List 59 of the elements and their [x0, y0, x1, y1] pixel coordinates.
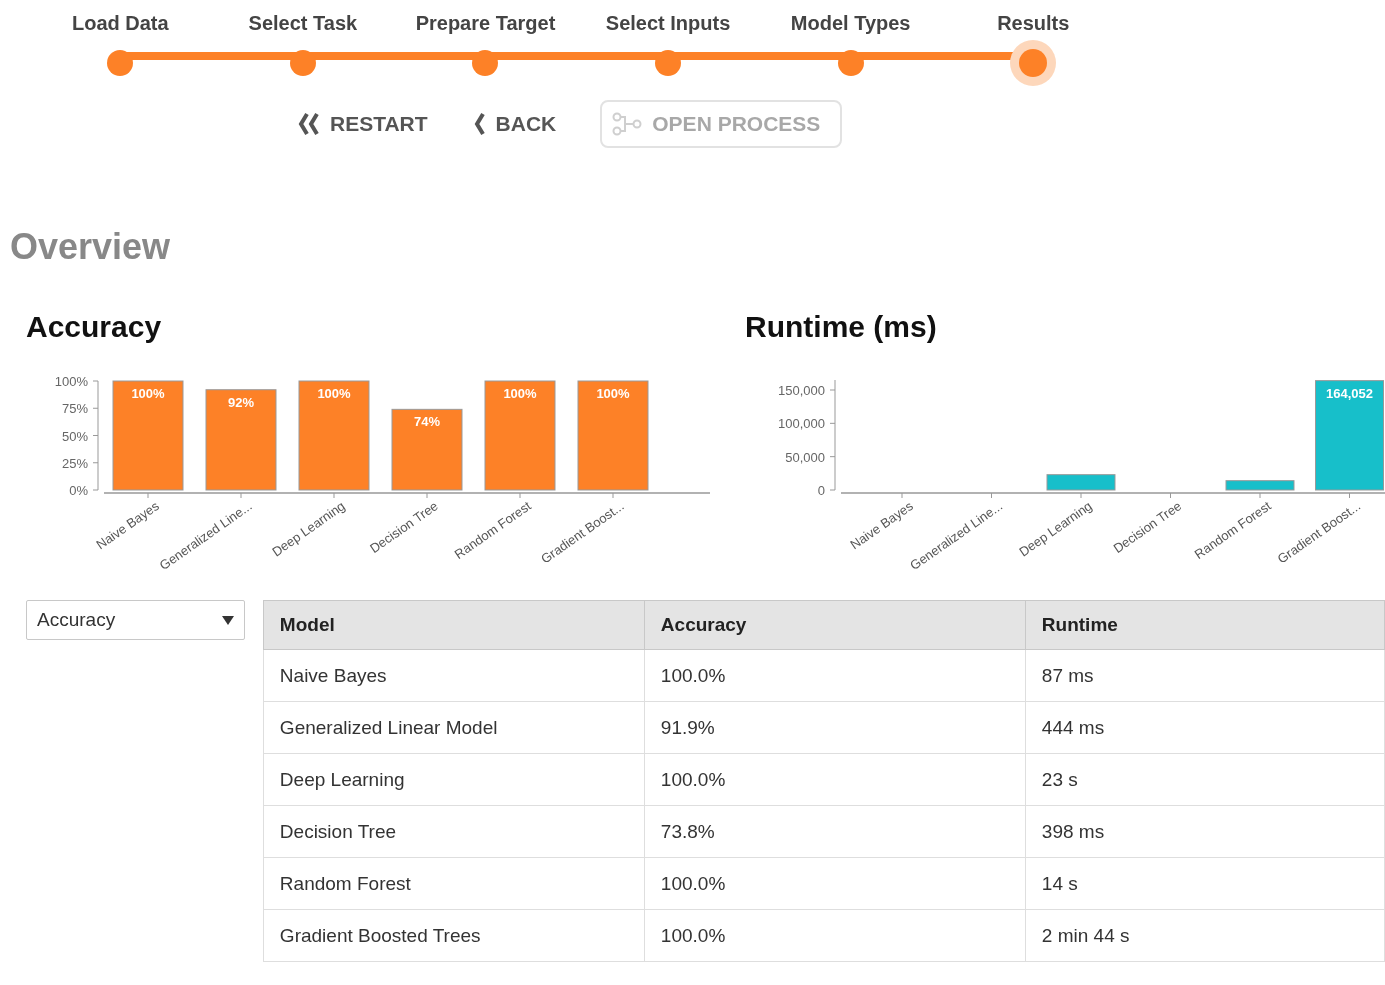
table-cell: 444 ms — [1025, 701, 1385, 754]
chart-title: Accuracy — [26, 310, 163, 344]
table-cell: 73.8% — [644, 805, 1026, 858]
chart-title: Runtime (ms) — [745, 310, 938, 344]
y-tick-label: 100% — [54, 374, 88, 389]
table-cell: Random Forest — [263, 857, 645, 910]
step-dot[interactable] — [289, 50, 316, 76]
y-tick-label: 75% — [61, 401, 88, 417]
y-tick-label: 100,000 — [778, 416, 825, 432]
table-cell: 87 ms — [1025, 649, 1385, 702]
table-cell: 2 min 44 s — [1025, 909, 1385, 962]
step-label[interactable]: Select Inputs — [605, 12, 731, 36]
y-tick-label: 50% — [61, 428, 88, 444]
step-dot[interactable] — [655, 50, 682, 76]
process-icon — [612, 112, 643, 136]
table-cell: 100.0% — [644, 753, 1026, 806]
y-tick-label: 25% — [61, 455, 88, 471]
step-dot[interactable] — [837, 50, 864, 76]
step-dot[interactable] — [107, 50, 134, 76]
table-cell: Generalized Linear Model — [263, 701, 645, 754]
bar — [1046, 474, 1116, 491]
bar-value-label: 164,052 — [1326, 385, 1373, 401]
step-dot[interactable] — [472, 50, 499, 76]
double-chevron-left-icon — [298, 112, 320, 136]
table-cell: 91.9% — [644, 701, 1026, 754]
column-header[interactable]: Accuracy — [644, 600, 1026, 650]
bar-value-label: 100% — [596, 386, 630, 401]
page-title: Overview — [10, 226, 172, 268]
restart-button[interactable]: RESTART — [298, 112, 428, 136]
table-cell: Deep Learning — [263, 753, 645, 806]
metric-dropdown[interactable]: Accuracy — [26, 600, 245, 640]
bar-value-label: 100% — [317, 386, 351, 401]
bar-value-label: 74% — [414, 414, 440, 430]
table-cell: Decision Tree — [263, 805, 645, 858]
table-cell: 14 s — [1025, 857, 1385, 910]
table-cell: Gradient Boosted Trees — [263, 909, 645, 962]
dropdown-arrow-icon — [221, 615, 234, 625]
y-tick-label: 150,000 — [778, 383, 825, 398]
column-header[interactable]: Model — [263, 600, 645, 650]
step-label[interactable]: Model Types — [790, 12, 911, 36]
table-cell: 100.0% — [644, 649, 1026, 702]
bar-value-label: 92% — [228, 394, 254, 410]
table-cell: 100.0% — [644, 909, 1026, 962]
table-cell: 100.0% — [644, 857, 1026, 910]
bar-value-label: 100% — [131, 386, 165, 401]
bar-value-label: 100% — [503, 386, 537, 401]
y-tick-label: 50,000 — [785, 449, 825, 465]
y-tick-label: 0 — [817, 483, 825, 498]
step-label[interactable]: Select Task — [248, 12, 358, 36]
step-label[interactable]: Results — [997, 12, 1070, 36]
y-tick-label: 0% — [69, 483, 88, 498]
table-cell: 398 ms — [1025, 805, 1385, 858]
step-label[interactable]: Prepare Target — [415, 12, 556, 36]
table-cell: Naive Bayes — [263, 649, 645, 702]
column-header[interactable]: Runtime — [1025, 600, 1385, 650]
step-label[interactable]: Load Data — [71, 12, 169, 36]
bar — [1225, 480, 1295, 491]
table-cell: 23 s — [1025, 753, 1385, 806]
back-button[interactable]: BACK — [471, 112, 557, 136]
